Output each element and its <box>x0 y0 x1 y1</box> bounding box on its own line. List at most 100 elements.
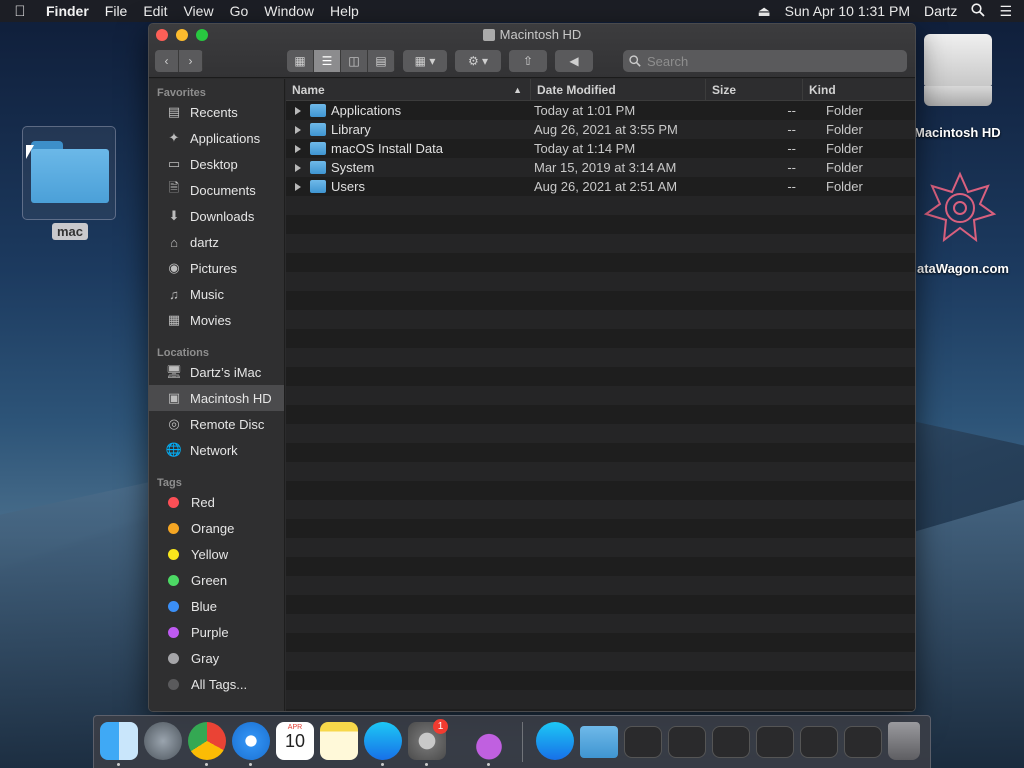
stack-thumbnail-icon[interactable] <box>712 726 750 758</box>
list-view-icon[interactable]: ☰ <box>314 50 341 72</box>
sidebar-item-macintosh-hd[interactable]: ▣ Macintosh HD <box>149 385 284 411</box>
desktop-app-label[interactable]: ataWagon.com <box>917 261 1009 276</box>
menu-view[interactable]: View <box>175 3 221 19</box>
sidebar-tag-purple[interactable]: Purple <box>149 619 284 645</box>
menu-app-name[interactable]: Finder <box>40 3 97 19</box>
sidebar-item-desktop[interactable]: ▭ Desktop <box>149 151 284 177</box>
apple-menu-icon[interactable]:  <box>0 3 40 20</box>
group-by-button[interactable]: ▦ ▾ <box>403 50 447 72</box>
window-title: Macintosh HD <box>149 27 915 42</box>
search-input[interactable] <box>647 53 887 69</box>
tag-dot-icon <box>168 626 179 638</box>
disclosure-triangle-icon[interactable] <box>295 163 301 172</box>
sidebar-item-recents[interactable]: ▤ Recents <box>149 99 284 125</box>
table-row[interactable]: macOS Install Data Today at 1:14 PM -- Fol… <box>286 139 915 158</box>
sidebar-item-applications[interactable]: ✦ Applications <box>149 125 284 151</box>
menu-clock[interactable]: Sun Apr 10 1:31 PM <box>785 3 910 19</box>
menu-bar:  Finder File Edit View Go Window Help ⏏… <box>0 0 1024 22</box>
home-icon: ⌂ <box>170 234 178 250</box>
disclosure-triangle-icon[interactable] <box>295 144 301 153</box>
dock-separator <box>522 722 523 762</box>
safari-app-icon[interactable] <box>232 722 270 760</box>
stack-thumbnail-icon[interactable] <box>668 726 706 758</box>
folder-stack-icon[interactable] <box>580 726 618 758</box>
action-gear-button[interactable]: ⚙ ▾ <box>455 50 501 72</box>
finder-app-icon[interactable] <box>100 722 138 760</box>
tag-dot-icon <box>168 652 179 664</box>
notes-app-icon[interactable] <box>320 722 358 760</box>
calendar-app-icon[interactable]: APR 10 <box>276 722 314 760</box>
sidebar-item-pictures[interactable]: ◉ Pictures <box>149 255 284 281</box>
chrome-app-icon[interactable] <box>188 722 226 760</box>
menu-user[interactable]: Dartz <box>924 3 957 19</box>
notification-center-icon[interactable]: ☰ <box>999 3 1012 20</box>
desktop-folder-label[interactable]: mac <box>52 223 89 240</box>
sidebar-item-network[interactable]: 🌐 Network <box>149 437 284 463</box>
search-field[interactable] <box>623 50 907 72</box>
column-header-date[interactable]: Date Modified <box>531 79 706 100</box>
launchpad-app-icon[interactable] <box>144 722 182 760</box>
eject-icon[interactable]: ⏏ <box>757 3 770 20</box>
sidebar-tag-red[interactable]: Red <box>149 489 284 515</box>
notification-badge: 1 <box>433 719 448 734</box>
hard-drive-icon: ▣ <box>167 390 181 405</box>
gallery-view-icon[interactable]: ▤ <box>368 50 395 72</box>
column-header-size[interactable]: Size <box>706 79 803 100</box>
sidebar-tag-gray[interactable]: Gray <box>149 645 284 671</box>
column-view-icon[interactable]: ◫ <box>341 50 368 72</box>
disclosure-triangle-icon[interactable] <box>295 106 301 115</box>
camera-icon: ◉ <box>168 260 180 275</box>
sidebar-item-imac[interactable]: 🖥 Dartz’s iMac <box>149 359 284 385</box>
menu-window[interactable]: Window <box>256 3 322 19</box>
app-store-app-icon[interactable] <box>364 722 402 760</box>
file-rows: Applications Today at 1:01 PM -- Folder Li… <box>286 101 915 711</box>
icon-view-icon[interactable]: ▦ <box>287 50 314 72</box>
table-row[interactable]: System Mar 15, 2019 at 3:14 AM -- Folder <box>286 158 915 177</box>
sidebar-item-movies[interactable]: ▦ Movies <box>149 307 284 333</box>
sidebar-item-dartz[interactable]: ⌂ dartz <box>149 229 284 255</box>
column-header-name[interactable]: Name ▲ <box>286 79 531 100</box>
table-row[interactable]: Users Aug 26, 2021 at 2:51 AM -- Folder <box>286 177 915 196</box>
installer-app-icon[interactable] <box>470 722 508 760</box>
tag-dot-icon <box>168 678 179 690</box>
sidebar-item-remote-disc[interactable]: ◎ Remote Disc <box>149 411 284 437</box>
menu-help[interactable]: Help <box>322 3 367 19</box>
menu-file[interactable]: File <box>97 3 136 19</box>
tags-button[interactable]: ◀ <box>555 50 593 72</box>
disclosure-triangle-icon[interactable] <box>295 182 301 191</box>
sidebar-tag-blue[interactable]: Blue <box>149 593 284 619</box>
toolbar: ‹ › ▦ ☰ ◫ ▤ ▦ ▾ ⚙ ▾ ⇧ ◀ <box>155 49 909 73</box>
table-row[interactable]: Library Aug 26, 2021 at 3:55 PM -- Folder <box>286 120 915 139</box>
sidebar-all-tags[interactable]: All Tags... <box>149 671 284 697</box>
share-button[interactable]: ⇧ <box>509 50 547 72</box>
documents-icon: 🗎 <box>168 180 180 195</box>
sidebar-header-tags: Tags <box>157 477 182 489</box>
window-titlebar[interactable]: Macintosh HD ‹ › ▦ ☰ ◫ ▤ ▦ ▾ ⚙ ▾ ⇧ ◀ <box>149 24 915 78</box>
column-header-kind[interactable]: Kind <box>803 79 915 100</box>
folder-icon <box>310 161 326 174</box>
menu-edit[interactable]: Edit <box>135 3 175 19</box>
applications-stack-icon[interactable] <box>536 722 574 760</box>
datawagon-logo-icon[interactable] <box>922 170 998 246</box>
forward-button[interactable]: › <box>179 50 203 72</box>
stack-thumbnail-icon[interactable] <box>844 726 882 758</box>
desktop-drive-label[interactable]: Macintosh HD <box>914 125 1001 140</box>
spotlight-search-icon[interactable] <box>971 2 986 20</box>
sidebar-tag-yellow[interactable]: Yellow <box>149 541 284 567</box>
running-indicator <box>249 763 252 766</box>
stack-thumbnail-icon[interactable] <box>756 726 794 758</box>
disclosure-triangle-icon[interactable] <box>295 125 301 134</box>
back-button[interactable]: ‹ <box>155 50 179 72</box>
trash-icon[interactable] <box>888 722 920 760</box>
sidebar-item-downloads[interactable]: ⬇ Downloads <box>149 203 284 229</box>
sidebar-tag-green[interactable]: Green <box>149 567 284 593</box>
sidebar-item-music[interactable]: ♫ Music <box>149 281 284 307</box>
sidebar-item-documents[interactable]: 🗎 Documents <box>149 177 284 203</box>
stack-thumbnail-icon[interactable] <box>624 726 662 758</box>
desktop-hard-drive-icon[interactable] <box>920 34 996 110</box>
stack-thumbnail-icon[interactable] <box>800 726 838 758</box>
table-row[interactable]: Applications Today at 1:01 PM -- Folder <box>286 101 915 120</box>
menu-go[interactable]: Go <box>222 3 257 19</box>
desktop-folder-mac[interactable] <box>22 126 116 220</box>
sidebar-tag-orange[interactable]: Orange <box>149 515 284 541</box>
